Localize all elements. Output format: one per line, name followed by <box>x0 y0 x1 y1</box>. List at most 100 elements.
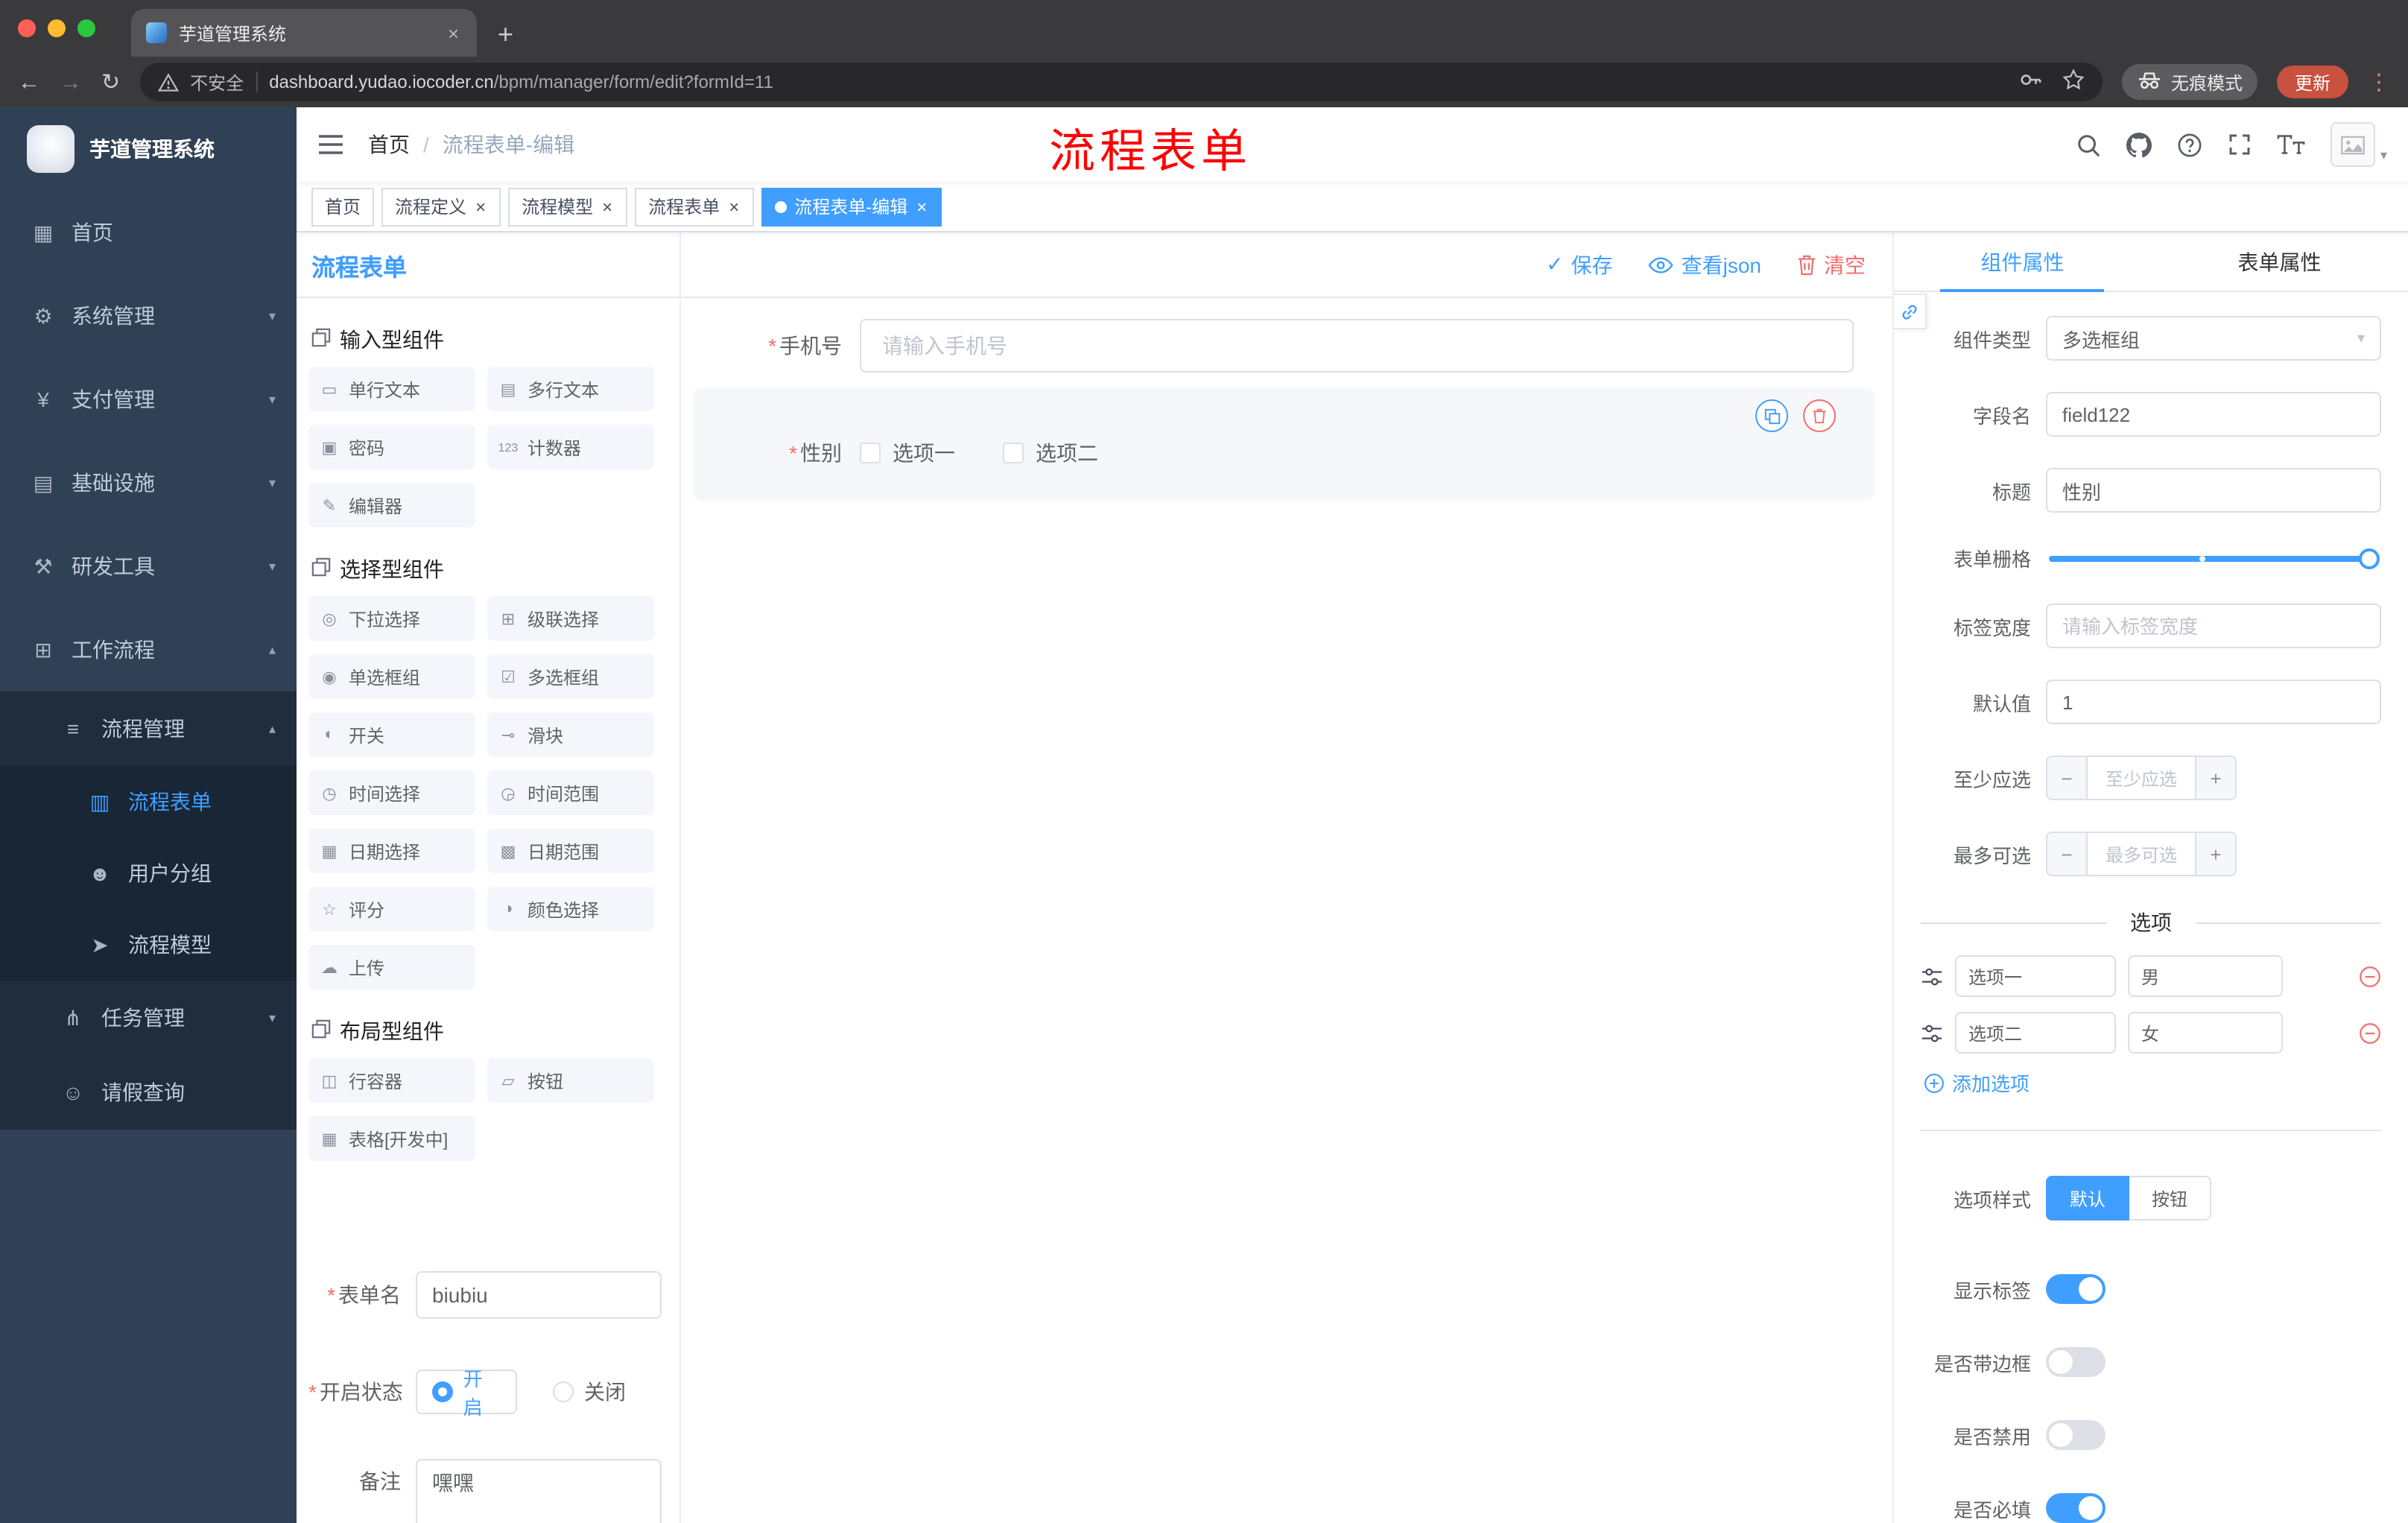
tag-home[interactable]: 首页 <box>311 187 375 226</box>
link-icon[interactable] <box>1894 294 1927 329</box>
gender-option-2[interactable]: 选项二 <box>1003 438 1098 468</box>
palette-item-rate[interactable]: ☆ 评分 <box>308 887 475 931</box>
disabled-toggle[interactable] <box>2046 1420 2106 1450</box>
clear-button[interactable]: 清空 <box>1797 250 1866 279</box>
slider-handle[interactable] <box>2359 548 2380 569</box>
tab-close-icon[interactable]: × <box>445 22 462 44</box>
fullscreen-icon[interactable] <box>2228 133 2252 156</box>
tag-process-definition[interactable]: 流程定义 × <box>381 187 501 226</box>
default-value-input[interactable] <box>2046 680 2381 724</box>
option-label-input[interactable] <box>1955 955 2116 997</box>
palette-item-switch[interactable]: ◐ 开关 <box>308 712 475 757</box>
sidebar-item-devtools[interactable]: ⚒ 研发工具 ▾ <box>0 525 297 608</box>
remove-option-icon[interactable] <box>2359 965 2381 987</box>
form-remark-textarea[interactable]: 嘿嘿 <box>416 1459 662 1523</box>
view-json-button[interactable]: 查看json <box>1649 250 1761 279</box>
password-key-icon[interactable] <box>2019 69 2041 95</box>
forward-button[interactable]: → <box>60 71 82 93</box>
palette-item-color-picker[interactable]: ◑ 颜色选择 <box>487 887 654 931</box>
checkbox-box[interactable] <box>1003 443 1024 463</box>
sidebar-item-process-model[interactable]: ➤ 流程模型 <box>0 909 297 981</box>
title-input[interactable] <box>2046 468 2381 513</box>
palette-item-multi-line-text[interactable]: ▤ 多行文本 <box>487 367 654 411</box>
bookmark-star-icon[interactable] <box>2062 69 2085 95</box>
min-select-placeholder[interactable]: 至少应选 <box>2088 757 2195 799</box>
status-radio-off[interactable]: 关闭 <box>553 1377 626 1407</box>
option-style-default-button[interactable]: 默认 <box>2046 1176 2130 1220</box>
sidebar-item-user-group[interactable]: ☻ 用户分组 <box>0 838 297 909</box>
copy-item-button[interactable] <box>1755 399 1788 432</box>
form-name-input[interactable] <box>416 1271 662 1319</box>
palette-item-counter[interactable]: 123 计数器 <box>487 425 654 469</box>
delete-item-button[interactable] <box>1803 399 1836 432</box>
palette-item-date-picker[interactable]: ▦ 日期选择 <box>308 829 475 873</box>
browser-tab[interactable]: 芋道管理系统 × <box>131 9 477 57</box>
palette-item-row-container[interactable]: ◫ 行容器 <box>308 1058 475 1103</box>
reload-button[interactable]: ↻ <box>101 71 120 93</box>
sidebar-toggle-icon[interactable] <box>317 134 344 155</box>
sidebar-item-process-management[interactable]: ≡ 流程管理 ▴ <box>0 691 297 766</box>
tag-close-icon[interactable]: × <box>601 197 614 215</box>
window-zoom-button[interactable] <box>77 19 95 37</box>
tab-form-properties[interactable]: 表单属性 <box>2151 232 2408 291</box>
tag-process-form-edit[interactable]: 流程表单-编辑 × <box>761 187 942 226</box>
tag-process-model[interactable]: 流程模型 × <box>508 187 628 226</box>
grid-slider[interactable] <box>2049 548 2380 569</box>
max-select-placeholder[interactable]: 最多可选 <box>2088 833 2195 875</box>
help-icon[interactable] <box>2178 132 2203 157</box>
sidebar-item-task-management[interactable]: ⋔ 任务管理 ▾ <box>0 981 297 1055</box>
font-size-icon[interactable] <box>2278 134 2306 155</box>
address-bar[interactable]: 不安全 dashboard.yudao.iocoder.cn/bpm/manag… <box>139 63 2103 101</box>
show-label-toggle[interactable] <box>2046 1274 2106 1304</box>
palette-item-upload[interactable]: ☁ 上传 <box>308 945 475 990</box>
breadcrumb-home[interactable]: 首页 <box>368 130 410 159</box>
sidebar-item-process-form[interactable]: ▥ 流程表单 <box>0 766 297 838</box>
option-label-input[interactable] <box>1955 1012 2116 1054</box>
canvas-item-phone[interactable]: * 手机号 <box>699 319 1854 373</box>
tag-process-form[interactable]: 流程表单 × <box>635 187 755 226</box>
increase-button[interactable]: + <box>2195 833 2235 875</box>
back-button[interactable]: ← <box>18 71 40 93</box>
option-value-input[interactable] <box>2128 955 2283 997</box>
field-name-input[interactable] <box>2046 392 2381 437</box>
remove-option-icon[interactable] <box>2359 1022 2381 1044</box>
phone-input[interactable] <box>860 319 1854 373</box>
palette-item-password[interactable]: ▣ 密码 <box>308 425 475 469</box>
component-type-select[interactable]: 多选框组 ▾ <box>2046 316 2381 361</box>
sidebar-item-payment[interactable]: ¥ 支付管理 ▾ <box>0 358 297 441</box>
sidebar-logo-row[interactable]: 芋道管理系统 <box>0 107 297 191</box>
border-toggle[interactable] <box>2046 1347 2106 1377</box>
label-width-input[interactable] <box>2046 604 2381 648</box>
required-toggle[interactable] <box>2046 1493 2106 1523</box>
decrease-button[interactable]: − <box>2047 757 2088 799</box>
palette-item-date-range[interactable]: ▩ 日期范围 <box>487 829 654 873</box>
gender-option-1[interactable]: 选项一 <box>860 438 955 468</box>
sidebar-item-infrastructure[interactable]: ▤ 基础设施 ▾ <box>0 441 297 525</box>
drag-handle-icon[interactable] <box>1921 965 1943 987</box>
tag-close-icon[interactable]: × <box>727 197 741 215</box>
form-canvas[interactable]: * 手机号 请输入手机号 * 性别 选项一 选项二 <box>681 298 1892 1523</box>
browser-menu-icon[interactable]: ⋮ <box>2368 69 2390 95</box>
palette-item-time-picker[interactable]: ◷ 时间选择 <box>308 770 475 815</box>
window-close-button[interactable] <box>18 19 36 37</box>
user-menu[interactable]: ▾ <box>2331 122 2387 167</box>
tab-component-properties[interactable]: 组件属性 <box>1894 232 2151 292</box>
sidebar-item-home[interactable]: ▦ 首页 <box>0 191 297 274</box>
decrease-button[interactable]: − <box>2047 833 2088 875</box>
option-value-input[interactable] <box>2128 1012 2283 1054</box>
palette-item-editor[interactable]: ✎ 编辑器 <box>308 483 475 528</box>
sidebar-item-system[interactable]: ⚙ 系统管理 ▾ <box>0 274 297 358</box>
tag-close-icon[interactable]: × <box>915 197 928 215</box>
sidebar-item-workflow[interactable]: ⊞ 工作流程 ▴ <box>0 608 297 691</box>
palette-item-checkbox-group[interactable]: ☑ 多选框组 <box>487 654 654 699</box>
save-button[interactable]: ✓ 保存 <box>1546 250 1612 279</box>
canvas-item-gender-selected[interactable]: * 性别 选项一 选项二 <box>693 387 1875 501</box>
palette-item-radio-group[interactable]: ◉ 单选框组 <box>308 654 475 699</box>
palette-item-single-line-text[interactable]: ▭ 单行文本 <box>308 367 475 411</box>
palette-item-table[interactable]: ▦ 表格[开发中] <box>308 1116 475 1161</box>
update-button[interactable]: 更新 <box>2276 66 2348 98</box>
palette-item-time-range[interactable]: ◶ 时间范围 <box>487 770 654 815</box>
checkbox-box[interactable] <box>860 443 881 463</box>
sidebar-item-leave-query[interactable]: ☺ 请假查询 <box>0 1055 297 1130</box>
add-option-button[interactable]: 添加选项 <box>1924 1068 2381 1097</box>
